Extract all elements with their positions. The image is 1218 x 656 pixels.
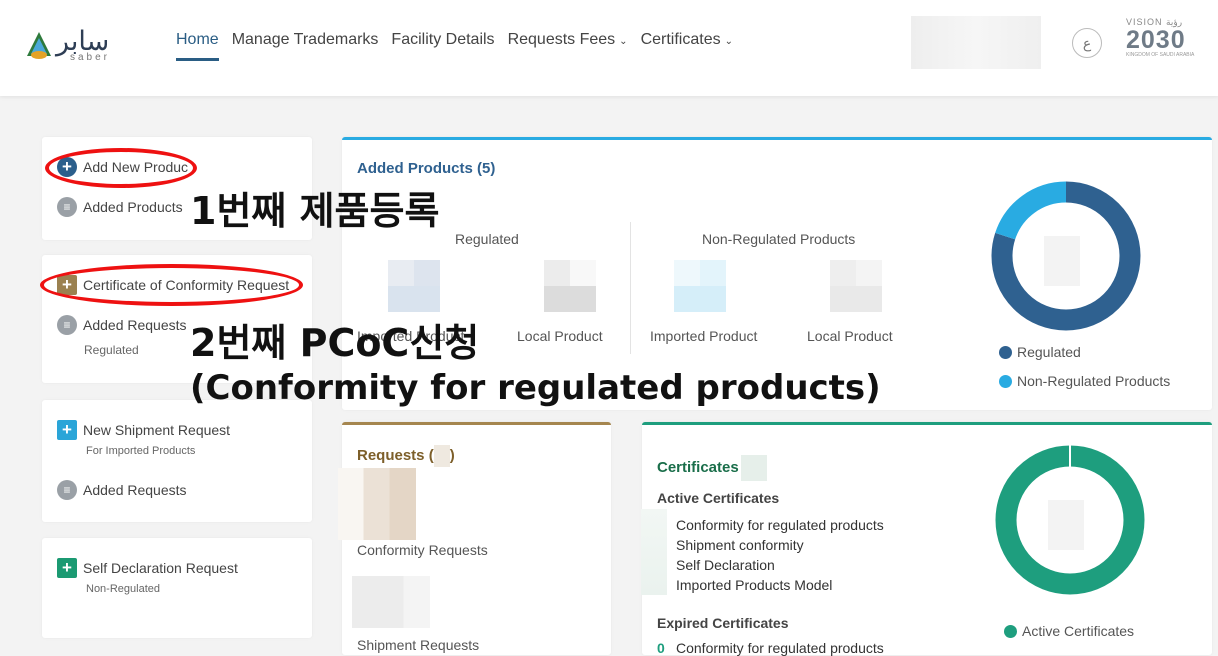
saber-logo-icon	[27, 32, 51, 59]
shipment-requests-count-blurred[interactable]	[352, 576, 430, 628]
conformity-added-requests-label: Added Requests	[83, 317, 187, 333]
self-declaration-request-label: Self Declaration Request	[83, 560, 238, 576]
conformity-added-requests-link[interactable]: ≡ Added Requests	[57, 315, 187, 335]
saber-logo[interactable]: سابر saber	[26, 26, 136, 66]
nav-manage-trademarks[interactable]: Manage Trademarks	[232, 31, 379, 59]
conformity-sublabel: Regulated	[84, 343, 139, 357]
expired-cert-conformity[interactable]: Conformity for regulated products	[676, 640, 884, 656]
vision-country: KINGDOM OF SAUDI ARABIA	[1126, 52, 1195, 58]
requests-title: Requests ()	[357, 445, 455, 467]
active-cert-conformity[interactable]: Conformity for regulated products	[676, 517, 884, 533]
donut-center-blurred	[1048, 500, 1084, 550]
column-divider	[630, 222, 631, 354]
legend-non-regulated-label: Non-Regulated Products	[1017, 373, 1171, 389]
certificates-count-blurred	[740, 455, 767, 481]
local-product-label: Local Product	[517, 328, 603, 344]
expired-cert-count: 0	[657, 640, 665, 656]
shipment-added-requests-link[interactable]: ≡ Added Requests	[57, 480, 187, 500]
highlight-oval-conformity-request	[40, 264, 303, 306]
added-products-title: Added Products (5)	[357, 160, 496, 177]
annotation-step2-detail: (Conformity for regulated products)	[190, 368, 881, 408]
shipment-sublabel: For Imported Products	[86, 445, 196, 457]
nav-certificates[interactable]: Certificates ⌄	[641, 31, 733, 59]
nav-requests-fees-label: Requests Fees	[507, 31, 616, 48]
top-header: سابر saber Home Manage Trademarks Facili…	[0, 0, 1218, 96]
requests-title-text: Requests (	[357, 446, 434, 464]
vision-2030-logo: VISION رؤية 2030 KINGDOM OF SAUDI ARABIA	[1126, 17, 1198, 65]
plus-icon: +	[57, 558, 77, 578]
main-nav: Home Manage Trademarks Facility Details …	[176, 31, 733, 61]
requests-count-blurred	[433, 445, 450, 467]
added-products-link[interactable]: ≡ Added Products	[57, 197, 183, 217]
annotation-step1: 1번째 제품등록	[190, 189, 440, 233]
conformity-requests-label: Conformity Requests	[357, 542, 488, 558]
legend-regulated-label: Regulated	[1017, 344, 1081, 360]
nav-certificates-label: Certificates	[640, 31, 721, 48]
local-nonregulated-count-blurred[interactable]	[830, 260, 882, 312]
list-icon: ≡	[57, 480, 77, 500]
certificates-donut-chart	[995, 445, 1145, 595]
user-info-blurred[interactable]	[911, 16, 1041, 69]
list-icon: ≡	[57, 315, 77, 335]
nav-facility-details[interactable]: Facility Details	[391, 31, 494, 59]
nav-requests-fees[interactable]: Requests Fees ⌄	[508, 31, 628, 59]
plus-icon: +	[57, 420, 77, 440]
new-shipment-request-label: New Shipment Request	[83, 422, 231, 438]
legend-dot	[1004, 624, 1017, 638]
local-product-label-2: Local Product	[807, 328, 893, 344]
shipment-added-requests-label: Added Requests	[83, 482, 187, 498]
self-declaration-menu-card	[42, 538, 312, 638]
list-icon: ≡	[57, 197, 77, 217]
active-cert-imported-model[interactable]: Imported Products Model	[676, 577, 832, 593]
language-toggle-button[interactable]: ع	[1072, 28, 1102, 58]
shipment-requests-label: Shipment Requests	[357, 637, 480, 653]
certificates-title-text: Certificates	[657, 458, 739, 476]
active-certificates-heading: Active Certificates	[657, 490, 780, 506]
local-regulated-count-blurred[interactable]	[544, 260, 596, 312]
shipment-menu-card	[42, 400, 312, 522]
nav-home[interactable]: Home	[176, 31, 219, 61]
chevron-down-icon: ⌄	[724, 36, 733, 47]
nav-manage-trademarks-label: Manage Trademarks	[231, 31, 379, 48]
certificates-title: Certificates	[657, 455, 767, 481]
self-declaration-sublabel: Non-Regulated	[86, 583, 160, 595]
requests-title-close: )	[449, 446, 455, 464]
logo-english-text: saber	[70, 52, 111, 63]
legend-non-regulated: Non-Regulated Products	[999, 373, 1170, 389]
new-shipment-request-button[interactable]: + New Shipment Request	[57, 420, 230, 440]
legend-active-certificates-label: Active Certificates	[1022, 623, 1135, 639]
imported-nonregulated-count-blurred[interactable]	[674, 260, 726, 312]
imported-product-label-2: Imported Product	[650, 328, 758, 344]
active-cert-shipment[interactable]: Shipment conformity	[676, 537, 804, 553]
conformity-requests-count-blurred[interactable]	[338, 468, 416, 540]
self-declaration-request-button[interactable]: + Self Declaration Request	[57, 558, 238, 578]
chevron-down-icon: ⌄	[619, 36, 628, 47]
vision-year: 2030	[1126, 26, 1186, 54]
active-cert-self-declaration[interactable]: Self Declaration	[676, 557, 775, 573]
highlight-oval-add-product	[45, 148, 197, 188]
legend-regulated: Regulated	[999, 344, 1081, 360]
expired-certificates-heading: Expired Certificates	[657, 615, 789, 631]
donut-center-blurred	[1044, 236, 1080, 286]
nav-facility-details-label: Facility Details	[391, 31, 495, 48]
products-donut-chart	[991, 181, 1141, 331]
active-counts-blurred	[641, 509, 667, 595]
annotation-step2: 2번째 PCoC신청	[190, 321, 480, 365]
nav-home-label: Home	[176, 31, 219, 48]
imported-regulated-count-blurred[interactable]	[388, 260, 440, 312]
legend-dot	[999, 345, 1012, 359]
non-regulated-heading: Non-Regulated Products	[702, 231, 856, 247]
legend-active-certificates: Active Certificates	[1004, 623, 1134, 639]
legend-dot	[999, 374, 1012, 388]
regulated-heading: Regulated	[455, 231, 519, 247]
added-products-label: Added Products	[83, 199, 183, 215]
